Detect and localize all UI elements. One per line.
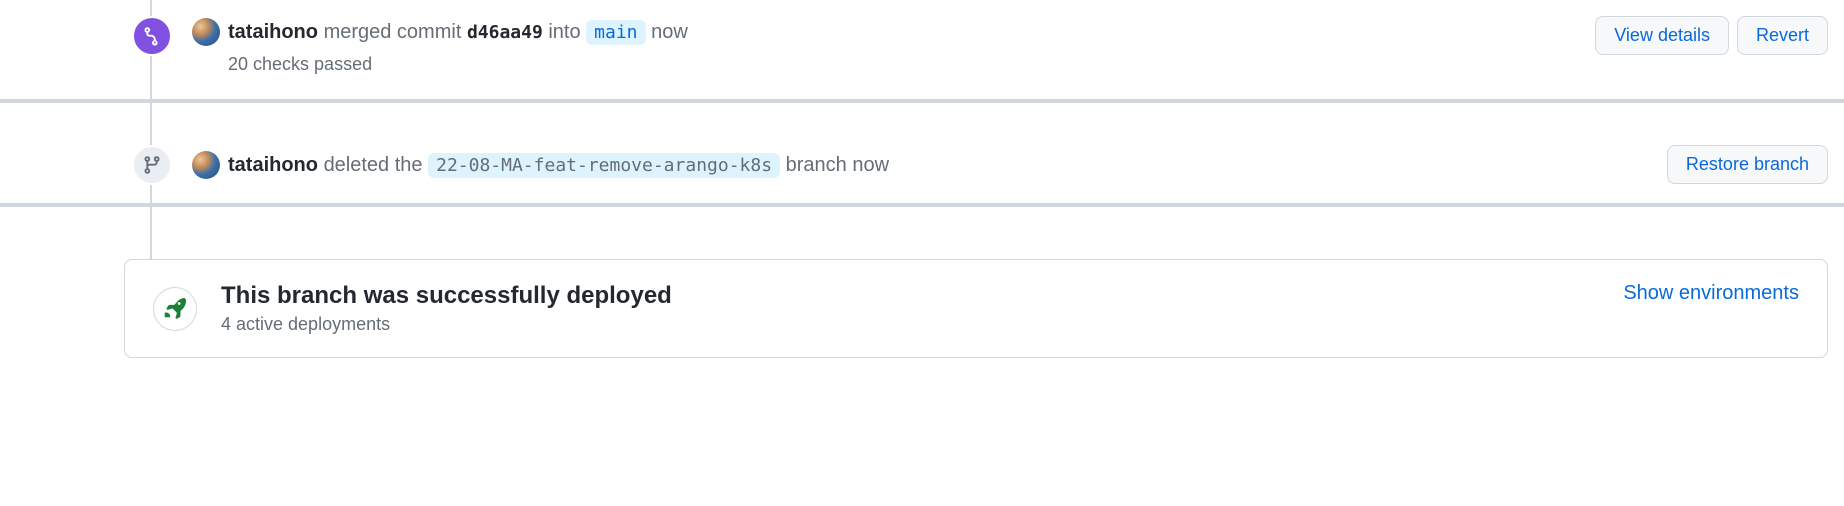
deploy-card: This branch was successfully deployed 4 … xyxy=(124,259,1828,358)
merge-action-text: merged commit xyxy=(324,21,462,43)
git-branch-icon xyxy=(132,145,172,185)
restore-branch-button[interactable]: Restore branch xyxy=(1667,145,1828,184)
deleted-text: deleted the xyxy=(324,154,423,176)
deleted-branch-pill: 22-08-MA-feat-remove-arango-k8s xyxy=(428,153,780,178)
username-link[interactable]: tataihono xyxy=(228,154,318,176)
view-details-button[interactable]: View details xyxy=(1595,16,1729,55)
target-branch-pill[interactable]: main xyxy=(586,20,645,45)
avatar[interactable] xyxy=(192,18,220,46)
revert-button[interactable]: Revert xyxy=(1737,16,1828,55)
username-link[interactable]: tataihono xyxy=(228,21,318,43)
checks-status[interactable]: 20 checks passed xyxy=(228,54,1828,75)
rocket-icon xyxy=(153,287,197,331)
deploy-title: This branch was successfully deployed xyxy=(221,282,1599,310)
commit-sha-link[interactable]: d46aa49 xyxy=(467,22,543,43)
avatar[interactable] xyxy=(192,151,220,179)
show-environments-link[interactable]: Show environments xyxy=(1623,282,1799,305)
merge-event: tataihono merged commit d46aa49 into mai… xyxy=(152,0,1828,119)
merge-timestamp: now xyxy=(651,21,688,43)
delete-branch-event: tataihono deleted the 22-08-MA-feat-remo… xyxy=(152,119,1828,223)
deploy-subtitle: 4 active deployments xyxy=(221,314,1599,335)
git-merge-icon xyxy=(132,16,172,56)
branch-now-text: branch now xyxy=(786,154,889,176)
into-text: into xyxy=(548,21,580,43)
